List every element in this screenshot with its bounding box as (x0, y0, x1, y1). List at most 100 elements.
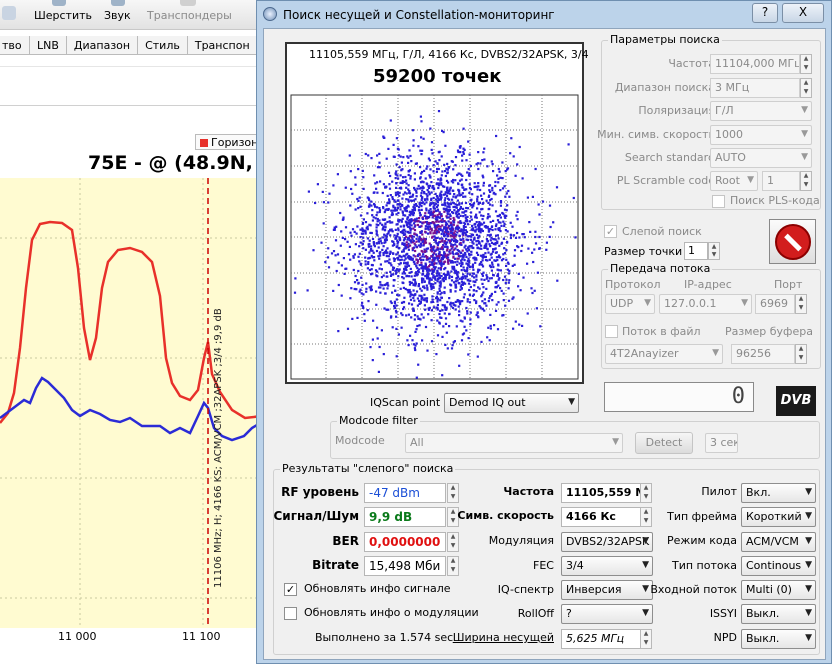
sound-button[interactable]: Звук (98, 0, 138, 28)
frequency-result-label: Частота (503, 485, 554, 498)
iqscan-select[interactable]: Demod IQ out ▼ (444, 393, 579, 413)
column-header[interactable]: тво (0, 36, 30, 54)
transponders-button[interactable]: Транспондеры (144, 0, 262, 28)
search-params-title: Параметры поиска (608, 33, 722, 46)
code-mode-value: ACM/VCM (746, 535, 799, 548)
ber-value: 0,0000000 (364, 532, 446, 552)
stream-to-file-checkbox[interactable] (605, 325, 618, 338)
constellation-frame: 11105,559 МГц, Г/Л, 4166 Кс, DVBS2/32APS… (285, 42, 589, 384)
input-stream-label: Входной поток (650, 583, 737, 596)
fec-label: FEC (533, 559, 554, 572)
buffer-size-label: Размер буфера (725, 325, 813, 338)
spectrum-plot[interactable]: 11106 MHz; H; 4166 KS; ACM/VCM ;32APSK ;… (0, 178, 262, 628)
update-modulation-checkbox[interactable] (284, 607, 297, 620)
modcode-select[interactable]: All ▼ (405, 433, 623, 453)
constellation-plot[interactable] (287, 92, 582, 382)
pls-search-checkbox[interactable] (712, 195, 725, 208)
dot-size-input[interactable]: 1 (684, 242, 708, 260)
chevron-down-icon: ▼ (805, 511, 812, 521)
scan-label: Шерстить (34, 9, 93, 22)
stop-button[interactable] (769, 219, 816, 264)
column-header[interactable]: Стиль (138, 36, 188, 54)
detect-time-select[interactable]: 3 сек (705, 433, 738, 453)
elapsed-time-label: Выполнено за 1.574 sec (315, 631, 454, 644)
search-standard-select[interactable]: AUTO ▼ (710, 148, 812, 168)
min-symbol-rate-value: 1000 (715, 128, 743, 141)
modulation-select[interactable]: DVBS2/32APSK ▼ (561, 532, 653, 552)
pilot-value: Вкл. (746, 486, 771, 499)
dot-size-label: Размер точки (604, 245, 683, 258)
carrier-bandwidth-value: 5,625 МГц (561, 629, 641, 649)
x-tick-label: 11 000 (58, 630, 97, 643)
frequency-spinner[interactable]: ▲ ▼ (800, 54, 812, 74)
column-header[interactable]: Диапазон (67, 36, 139, 54)
protocol-select[interactable]: UDP ▼ (605, 294, 655, 314)
symbol-rate-value: 4166 Кс (561, 507, 641, 527)
detect-button[interactable]: Detect (635, 432, 693, 454)
carrier-bandwidth-spinner[interactable]: ▲ ▼ (640, 629, 652, 649)
protocol-label: Протокол (605, 278, 661, 291)
help-button[interactable]: ? (752, 3, 778, 23)
scan-button[interactable]: Шерстить (28, 0, 93, 28)
tool-button-prev[interactable] (0, 4, 20, 26)
ip-address-select[interactable]: 127.0.0.1 ▼ (659, 294, 752, 314)
buffer-size-spinner[interactable]: ▲ ▼ (795, 344, 807, 364)
update-signal-checkbox[interactable]: ✓ (284, 583, 297, 596)
npd-value: Выкл. (746, 632, 780, 645)
search-standard-value: AUTO (715, 151, 746, 164)
scan-icon (52, 0, 66, 6)
transponders-label: Транспондеры (147, 9, 232, 22)
search-range-input[interactable]: 3 МГц (710, 78, 800, 98)
bitrate-spinner[interactable]: ▲ ▼ (447, 556, 459, 576)
min-symbol-rate-select[interactable]: 1000 ▼ (710, 125, 812, 145)
constellation-points-count: 59200 точек (373, 66, 502, 87)
npd-select[interactable]: Выкл. ▼ (741, 629, 816, 649)
rf-level-spinner[interactable]: ▲ ▼ (447, 483, 459, 503)
blind-search-checkbox[interactable]: ✓ (604, 225, 617, 238)
symbol-rate-spinner[interactable]: ▲ ▼ (640, 507, 652, 527)
port-spinner[interactable]: ▲ ▼ (795, 294, 807, 314)
chevron-down-icon: ▼ (805, 560, 812, 570)
input-stream-select[interactable]: Multi (0) ▼ (741, 580, 816, 600)
dot-size-spinner[interactable]: ▲ ▼ (708, 242, 720, 260)
buffer-size-input[interactable]: 96256 (731, 344, 795, 364)
fec-select[interactable]: 3/4 ▼ (561, 556, 653, 576)
pilot-label: Пилот (701, 485, 737, 498)
rolloff-select[interactable]: ? ▼ (561, 604, 653, 624)
constellation-header: 11105,559 МГц, Г/Л, 4166 Кс, DVBS2/32APS… (309, 48, 589, 61)
stream-type-select[interactable]: Continous ▼ (741, 556, 816, 576)
snr-label: Сигнал/Шум (273, 509, 360, 523)
close-button[interactable]: X (782, 3, 824, 23)
sound-label: Звук (104, 9, 131, 22)
polarization-select[interactable]: Г/Л ▼ (710, 101, 812, 121)
rolloff-label: RollOff (517, 607, 554, 620)
carrier-search-window: Поиск несущей и Constellation-мониторинг… (256, 0, 832, 664)
pilot-select[interactable]: Вкл. ▼ (741, 483, 816, 503)
frame-type-select[interactable]: Короткий ▼ (741, 507, 816, 527)
frequency-result-spinner[interactable]: ▲ ▼ (640, 483, 652, 503)
search-range-spinner[interactable]: ▲ ▼ (800, 78, 812, 98)
iqscan-label: IQScan point (370, 396, 441, 409)
rf-level-label: RF уровень (281, 485, 359, 499)
legend-label: Горизон (211, 136, 259, 149)
column-header[interactable]: LNB (30, 36, 67, 54)
results-title: Результаты "слепого" поиска (280, 462, 456, 475)
file-format-select[interactable]: 4T2Anayizer ▼ (605, 344, 723, 364)
ber-label: BER (332, 534, 359, 548)
modcode-filter-group: Modcode filter Modcode All ▼ Detect 3 сек (330, 414, 820, 459)
ber-spinner[interactable]: ▲ ▼ (447, 532, 459, 552)
pl-scramble-mode-select[interactable]: Root ▼ (710, 171, 758, 191)
pl-scramble-code-spinner[interactable]: ▲ ▼ (800, 171, 812, 191)
column-header[interactable]: Транспон (188, 36, 258, 54)
iq-spectrum-value: Инверсия (566, 583, 622, 596)
window-titlebar[interactable]: Поиск несущей и Constellation-мониторинг… (257, 1, 831, 27)
carrier-bandwidth-label[interactable]: Ширина несущей (453, 631, 554, 644)
frequency-input[interactable]: 11104,000 МГц (710, 54, 800, 74)
port-input[interactable]: 6969 (755, 294, 795, 314)
pl-scramble-code-input[interactable]: 1 (762, 171, 800, 191)
issyi-select[interactable]: Выкл. ▼ (741, 604, 816, 624)
code-mode-select[interactable]: ACM/VCM ▼ (741, 532, 816, 552)
iq-spectrum-select[interactable]: Инверсия ▼ (561, 580, 653, 600)
stream-group-title: Передача потока (608, 262, 713, 275)
frequency-result-value: 11105,559 МГ (561, 483, 641, 503)
